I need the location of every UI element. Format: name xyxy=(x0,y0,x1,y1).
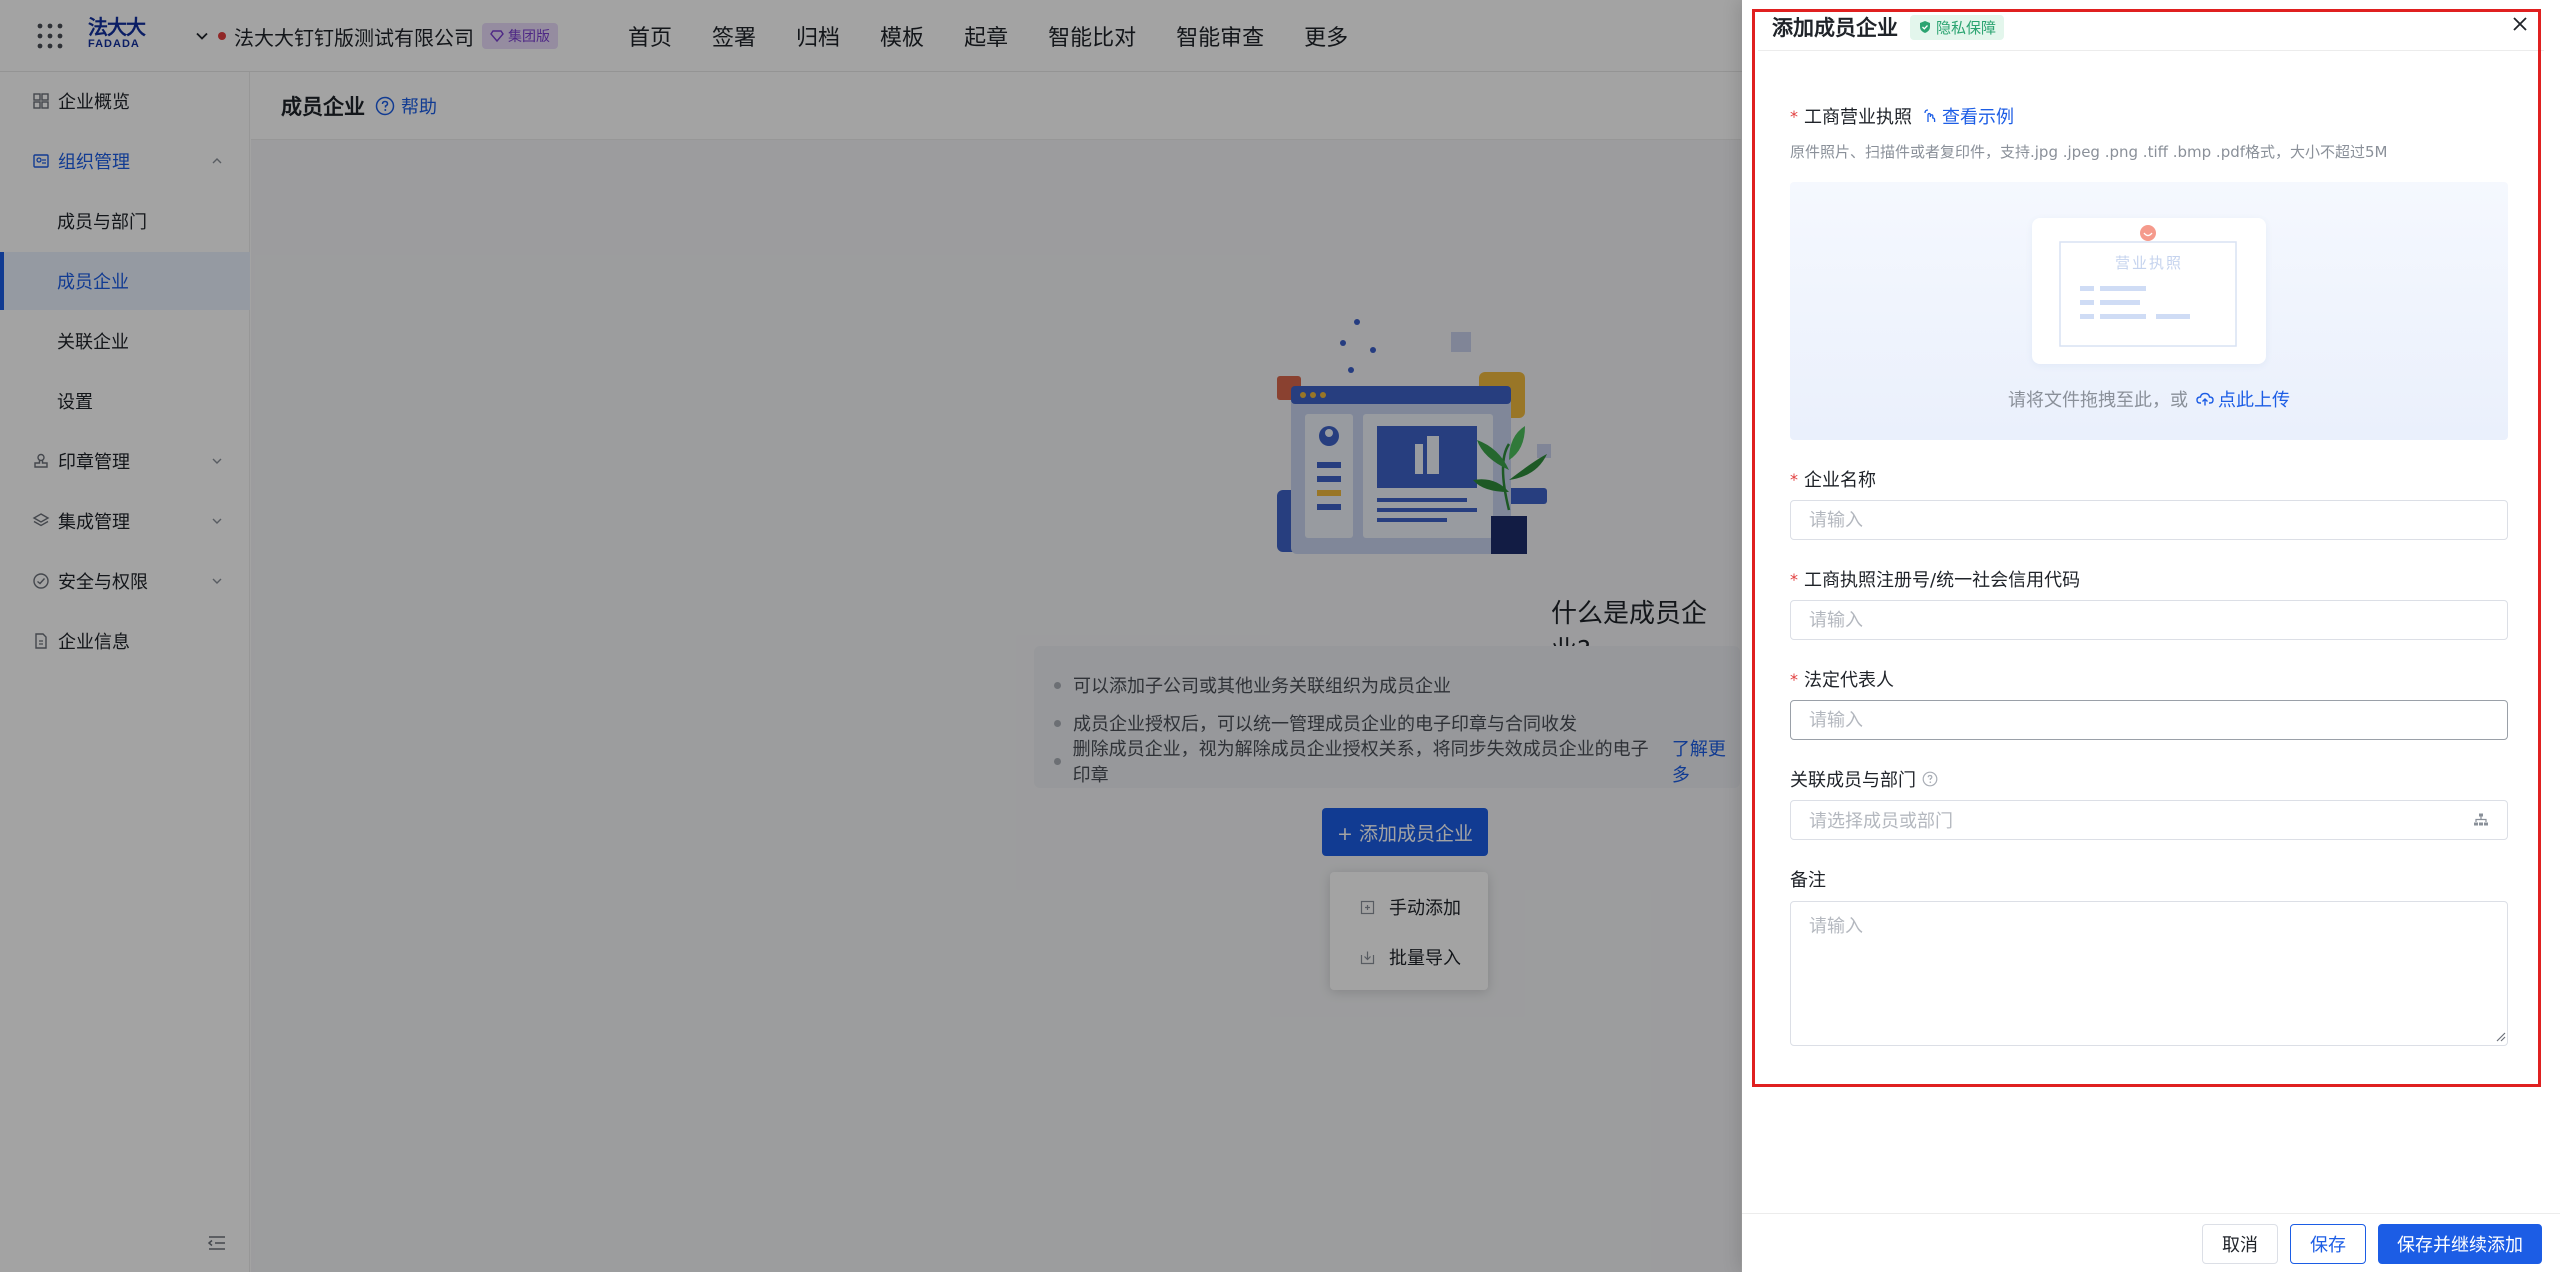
credit-code-input[interactable] xyxy=(1790,600,2508,640)
required-mark: * xyxy=(1790,569,1798,589)
legal-rep-input[interactable] xyxy=(1790,700,2508,740)
remark-label: 备注 xyxy=(1790,870,1826,891)
resize-grip-icon[interactable] xyxy=(2496,1032,2506,1042)
save-and-continue-button[interactable]: 保存并继续添加 xyxy=(2378,1224,2542,1264)
credit-code-field-label: * 工商执照注册号/统一社会信用代码 xyxy=(1790,566,2080,592)
license-sample-card: 营业执照 xyxy=(2032,218,2266,364)
required-mark: * xyxy=(1790,469,1798,489)
upload-text: 请将文件拖拽至此，或 xyxy=(2008,390,2188,411)
divider xyxy=(1758,50,2544,51)
cancel-button[interactable]: 取消 xyxy=(2202,1224,2278,1264)
privacy-badge-label: 隐私保障 xyxy=(1936,18,1997,37)
add-member-company-drawer: 添加成员企业 隐私保障 * 工商营业执照 查看示例 原件照片、扫描件或者复印件，… xyxy=(1742,0,2560,1272)
modal-overlay[interactable] xyxy=(0,0,1742,1272)
license-upload-dropzone[interactable]: 营业执照 请将文件拖拽至此，或 点此上传 xyxy=(1790,182,2508,440)
cloud-upload-icon xyxy=(2196,392,2214,406)
members-field-label: 关联成员与部门 xyxy=(1790,766,1938,792)
click-upload-link[interactable]: 点此上传 xyxy=(2196,386,2290,412)
question-circle-icon[interactable] xyxy=(1922,771,1938,787)
license-hint: 原件照片、扫描件或者复印件，支持.jpg .jpeg .png .tiff .b… xyxy=(1790,143,2388,161)
divider xyxy=(1742,1213,2560,1214)
license-label: 工商营业执照 xyxy=(1804,107,1912,128)
drawer-header: 添加成员企业 隐私保障 xyxy=(1772,12,2005,42)
members-select[interactable]: 请选择成员或部门 xyxy=(1790,800,2508,840)
view-example-label: 查看示例 xyxy=(1942,107,2014,128)
click-upload-label: 点此上传 xyxy=(2218,390,2290,411)
view-example-link[interactable]: 查看示例 xyxy=(1922,103,2014,129)
remark-textarea[interactable] xyxy=(1790,901,2508,1046)
remark-field-label: 备注 xyxy=(1790,866,1826,892)
required-mark: * xyxy=(1790,669,1798,689)
members-select-placeholder: 请选择成员或部门 xyxy=(1809,811,1953,832)
credit-code-label: 工商执照注册号/统一社会信用代码 xyxy=(1804,570,2081,591)
save-button[interactable]: 保存 xyxy=(2290,1224,2366,1264)
upload-prompt: 请将文件拖拽至此，或 点此上传 xyxy=(1790,386,2508,412)
close-icon[interactable] xyxy=(2510,14,2530,34)
drawer-title: 添加成员企业 xyxy=(1772,16,1898,40)
legal-rep-label: 法定代表人 xyxy=(1804,670,1894,691)
company-name-label: 企业名称 xyxy=(1804,470,1876,491)
company-name-input[interactable] xyxy=(1790,500,2508,540)
members-label: 关联成员与部门 xyxy=(1790,770,1916,791)
org-tree-icon xyxy=(2474,813,2488,826)
license-field-label: * 工商营业执照 查看示例 xyxy=(1790,103,2014,129)
license-card-title: 营业执照 xyxy=(2114,254,2183,272)
company-name-field-label: * 企业名称 xyxy=(1790,466,1876,492)
shield-check-icon xyxy=(1920,21,1930,33)
required-mark: * xyxy=(1790,106,1798,126)
legal-rep-field-label: * 法定代表人 xyxy=(1790,666,1894,692)
privacy-badge: 隐私保障 xyxy=(1910,14,2005,40)
example-hand-icon xyxy=(1924,109,1936,122)
